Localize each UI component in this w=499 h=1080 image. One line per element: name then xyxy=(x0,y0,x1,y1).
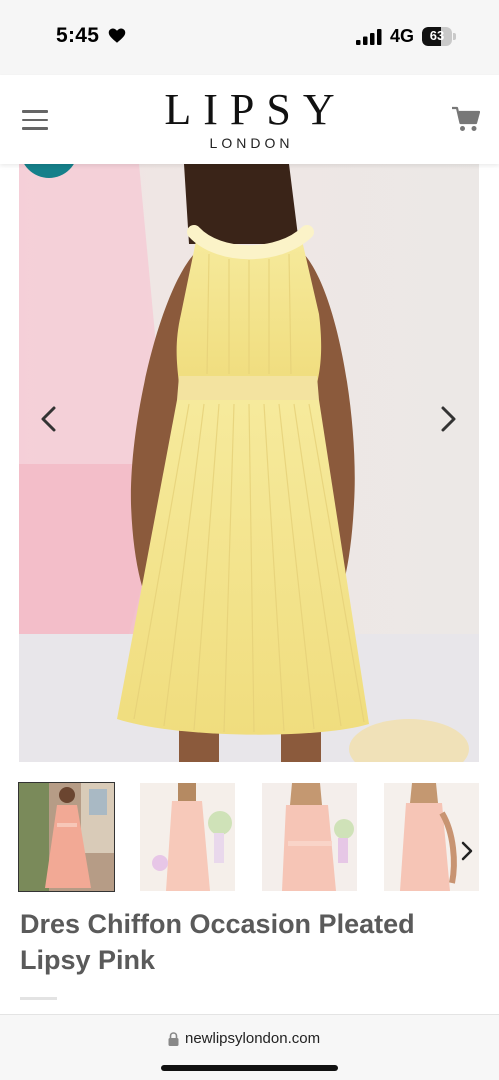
chevron-left-icon[interactable] xyxy=(38,405,58,433)
signal-icon xyxy=(356,29,382,45)
logo-sub: LONDON xyxy=(209,135,294,151)
chevron-right-icon[interactable] xyxy=(439,405,459,433)
thumbnail-3[interactable] xyxy=(262,783,357,891)
home-indicator[interactable] xyxy=(161,1065,338,1071)
cart-icon[interactable] xyxy=(452,106,480,132)
site-header: LIPSY LONDON xyxy=(0,75,499,164)
network-label: 4G xyxy=(390,26,415,46)
thumbnail-1[interactable] xyxy=(18,782,115,892)
product-title: Dres Chiffon Occasion Pleated Lipsy Pink xyxy=(20,909,415,975)
status-bar: 5:45 4G 63 xyxy=(0,0,499,75)
thumbnail-2[interactable] xyxy=(140,783,235,891)
logo[interactable]: LIPSY LONDON xyxy=(0,85,499,152)
battery-level: 63 xyxy=(429,28,445,43)
battery-icon: 63 xyxy=(422,27,456,46)
chevron-right-icon[interactable] xyxy=(460,840,474,862)
browser-address-bar[interactable]: newlipsylondon.com xyxy=(0,1014,499,1080)
thumbnail-4[interactable] xyxy=(384,783,479,891)
thumbnail-strip xyxy=(18,782,499,892)
heart-icon xyxy=(108,28,126,43)
lock-icon xyxy=(168,1032,179,1046)
logo-main: LIPSY xyxy=(164,85,347,134)
url-text[interactable]: newlipsylondon.com xyxy=(185,1030,320,1047)
title-divider xyxy=(20,997,57,1000)
dress-photo xyxy=(19,164,479,762)
status-time: 5:45 xyxy=(56,24,100,47)
product-main-image[interactable] xyxy=(19,164,479,762)
